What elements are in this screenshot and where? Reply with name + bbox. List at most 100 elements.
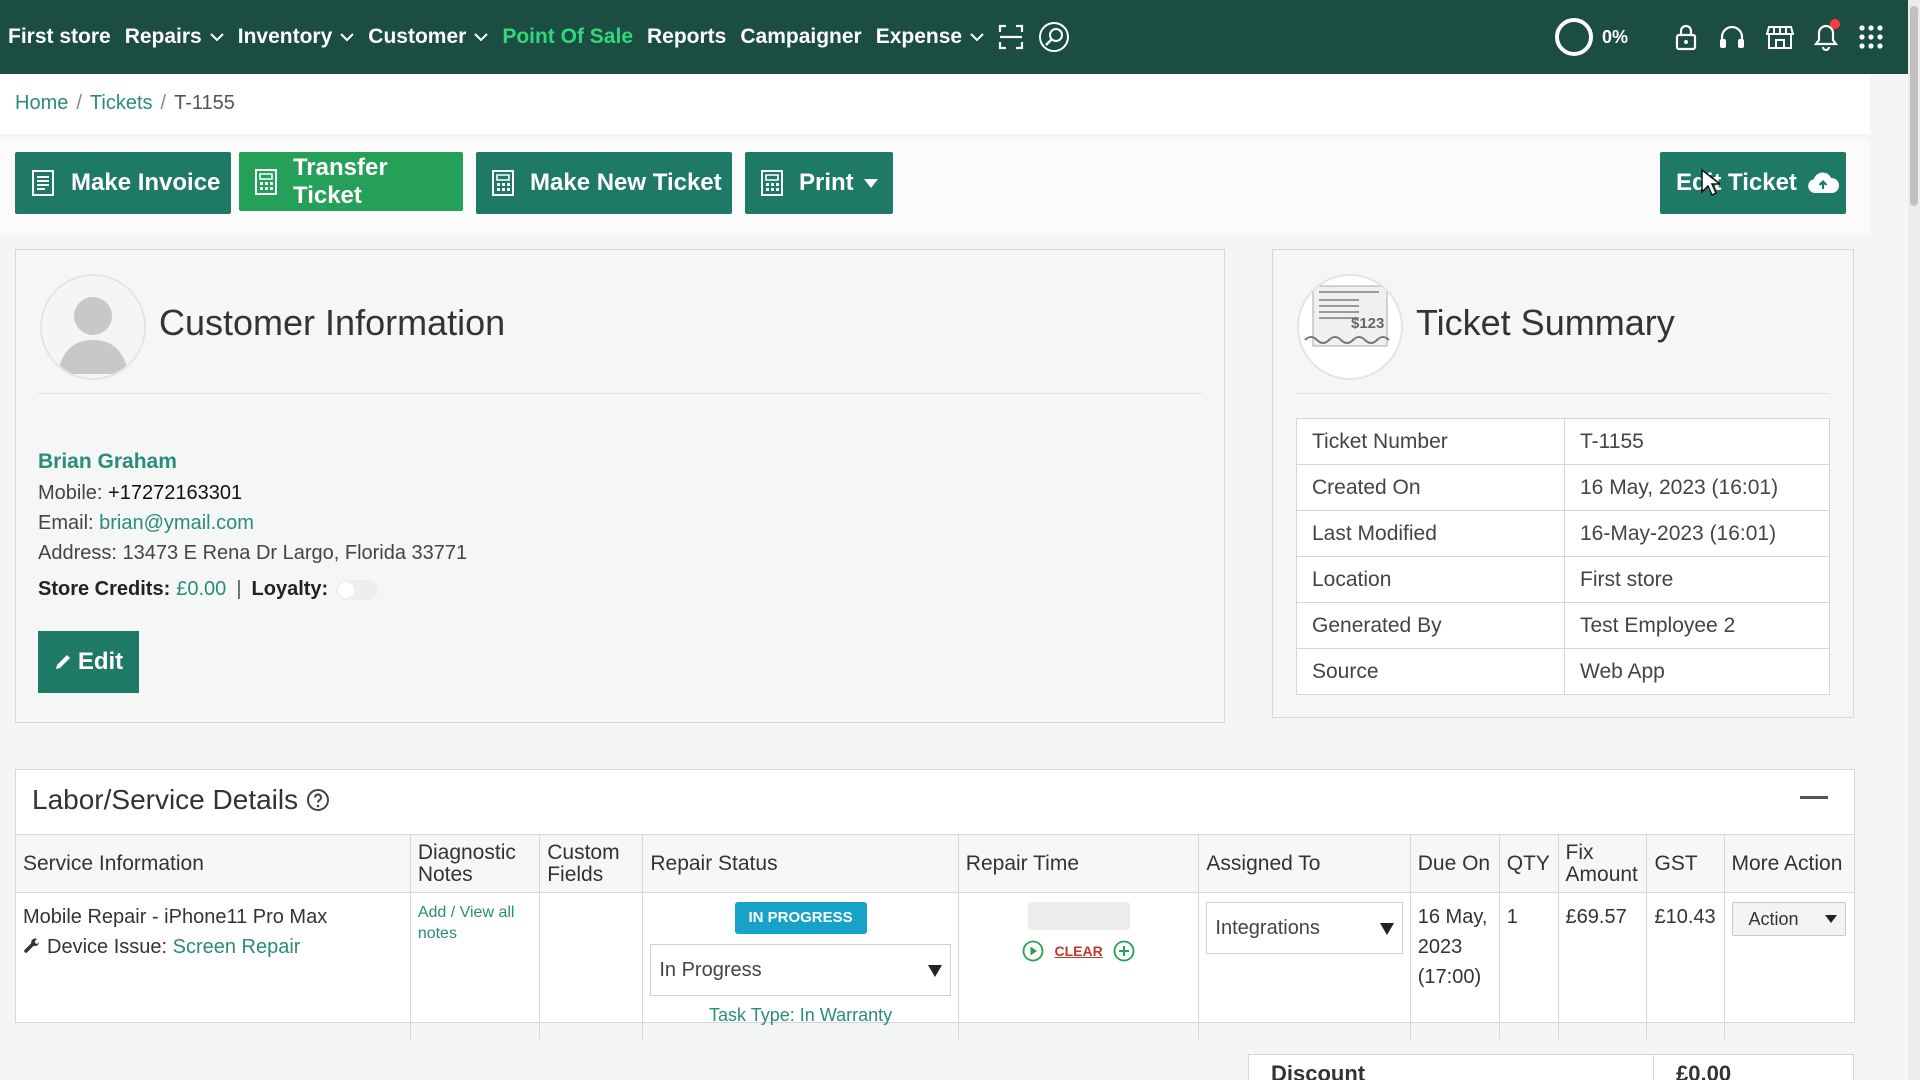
summary-value: 16 May, 2023 (16:01) [1564,464,1830,511]
status-badge: IN PROGRESS [734,902,867,934]
summary-label: Ticket Number [1296,418,1565,465]
nav-point-of-sale[interactable]: Point Of Sale [502,25,633,49]
assigned-to-select[interactable]: Integrations [1206,902,1403,954]
due-on-cell: 16 May, 2023 (17:00) [1410,892,1500,1039]
customer-avatar [40,274,146,380]
store-credits-label: Store Credits: [38,578,171,600]
apps-grid-icon[interactable] [1858,24,1884,50]
search-icon[interactable] [1038,21,1070,53]
address-value: 13473 E Rena Dr Largo, Florida 33771 [122,542,468,564]
progress-indicator[interactable]: 0% [1554,17,1628,57]
breadcrumb-tickets[interactable]: Tickets [90,92,153,115]
customer-address: Address: 13473 E Rena Dr Largo, Florida … [38,542,467,565]
nav-customer[interactable]: Customer [368,25,489,49]
device-issue-link[interactable]: Screen Repair [173,932,301,962]
make-new-ticket-label: Make New Ticket [530,169,722,196]
service-info-cell: Mobile Repair - iPhone11 Pro Max Device … [16,892,411,1039]
main-nav: Repairs Inventory Customer Point Of Sale… [125,21,1084,53]
collapse-section-button[interactable] [1800,796,1828,799]
store-icon[interactable] [1766,24,1794,50]
clear-timer-button[interactable]: CLEAR [1054,936,1102,966]
more-action-cell: Action [1724,893,1854,1040]
nav-reports[interactable]: Reports [647,25,726,49]
document-icon [32,170,54,196]
nav-inventory[interactable]: Inventory [238,25,355,49]
transfer-ticket-button[interactable]: Transfer Ticket [239,152,463,211]
add-icon[interactable] [1113,940,1135,962]
mobile-value: +17272163301 [108,482,243,504]
service-name: Mobile Repair - iPhone11 Pro Max [23,906,328,928]
edit-customer-button[interactable]: Edit [38,631,139,693]
headset-icon[interactable] [1718,24,1746,50]
nav-repairs[interactable]: Repairs [125,25,224,49]
edit-ticket-button[interactable]: Edit Ticket [1660,152,1846,214]
column-header: QTY [1499,834,1559,893]
store-switcher[interactable]: First store [8,25,111,49]
play-icon[interactable] [1022,940,1044,962]
assigned-to-value: Integrations [1215,917,1320,939]
column-header: Assigned To [1198,834,1411,893]
due-on-value: 16 May, 2023 (17:00) [1417,906,1488,988]
column-header: Repair Time [958,834,1200,893]
chevron-down-icon [210,32,224,41]
make-invoice-button[interactable]: Make Invoice [15,152,231,214]
nav-expense[interactable]: Expense [876,25,984,49]
card-divider [1296,393,1830,394]
nav-campaigner[interactable]: Campaigner [740,25,861,49]
summary-label: Location [1296,556,1565,603]
summary-row: Source Web App [1296,648,1830,695]
page-scrollbar[interactable] [1908,0,1920,1080]
nav-expense-label: Expense [875,25,963,48]
action-dropdown-button[interactable]: Action [1731,902,1846,936]
discount-row: Discount £0.00 [1248,1054,1854,1080]
qty-value: 1 [1506,906,1518,928]
column-header: Fix Amount [1558,834,1648,893]
loyalty-toggle[interactable] [336,579,379,600]
timer-controls: CLEAR [966,936,1192,966]
email-link[interactable]: brian@ymail.com [99,512,254,534]
breadcrumb-separator: / [76,92,82,114]
summary-label: Last Modified [1296,510,1565,557]
summary-row: Location First store [1296,556,1830,603]
breadcrumb-current: T-1155 [174,92,235,114]
column-header: Repair Status [642,834,959,893]
help-icon[interactable] [306,788,330,812]
caret-down-icon [1824,915,1837,923]
labor-service-title-text: Labor/Service Details [32,784,299,815]
lock-icon[interactable] [1674,23,1698,51]
service-table: Service Information Diagnostic Notes Cus… [16,834,1854,1039]
edit-customer-label: Edit [77,648,124,675]
summary-label: Created On [1296,464,1565,511]
summary-row: Generated By Test Employee 2 [1296,602,1830,649]
breadcrumb-home[interactable]: Home [15,92,68,115]
cloud-upload-icon [1808,172,1839,193]
task-type: Task Type: In Warranty [709,1005,893,1025]
customer-name-link[interactable]: Brian Graham [38,450,177,474]
summary-value: T-1155 [1564,418,1830,465]
scrollbar-thumb[interactable] [1910,6,1918,206]
column-header: Diagnostic Notes [410,834,541,893]
qty-cell: 1 [1499,892,1559,1039]
customer-email: Email: brian@ymail.com [38,512,254,535]
print-dropdown-button[interactable]: Print [745,152,893,214]
repair-status-value: In Progress [659,959,762,981]
mobile-label: Mobile: [38,482,103,504]
nav-inventory-label: Inventory [237,25,333,48]
summary-value: Web App [1564,648,1830,695]
discount-label: Discount [1249,1055,1654,1080]
scan-icon[interactable] [998,24,1024,50]
make-new-ticket-button[interactable]: Make New Ticket [476,152,732,214]
labor-service-section: Labor/Service Details Service Informatio… [15,769,1855,1039]
customer-mobile: Mobile: +17272163301 [38,482,242,505]
column-header: Service Information [16,834,411,893]
summary-row: Last Modified 16-May-2023 (16:01) [1296,510,1830,557]
column-header: GST [1646,834,1725,893]
add-view-notes-link[interactable]: Add / View all notes [418,902,532,944]
store-credits-value[interactable]: £0.00 [176,578,226,601]
summary-label: Generated By [1296,602,1565,649]
nav-customer-label: Customer [368,25,467,48]
column-header: More Action [1724,834,1854,893]
repair-status-cell: IN PROGRESS In Progress Task Type: In Wa… [642,892,959,1039]
repair-status-select[interactable]: In Progress [650,944,951,996]
notifications[interactable] [1814,19,1840,51]
